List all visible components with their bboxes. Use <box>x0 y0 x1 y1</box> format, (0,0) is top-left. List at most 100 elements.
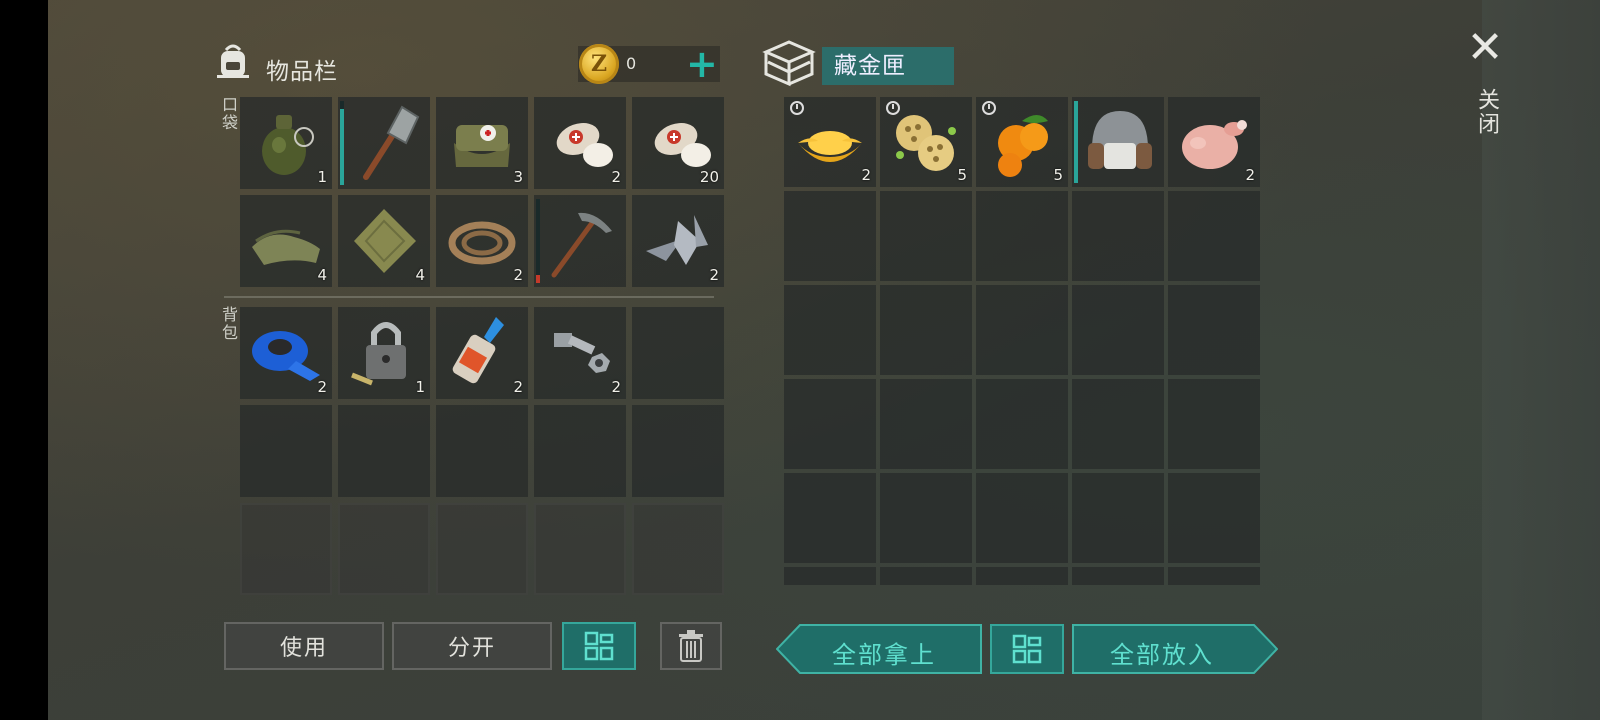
take-all-label: 全部拿上 <box>832 641 936 669</box>
pocket-slot[interactable]: 4 <box>338 195 430 287</box>
backpack-slot[interactable]: 2 <box>240 307 332 399</box>
pocket-slot[interactable]: 2 <box>632 195 724 287</box>
section-divider <box>224 296 714 298</box>
grenade-icon <box>262 115 314 175</box>
pocket-slot[interactable]: 4 <box>240 195 332 287</box>
shovel-icon <box>363 105 420 180</box>
chest-slot[interactable] <box>1072 285 1164 375</box>
pocket-label: 口袋 <box>219 96 238 132</box>
add-coins-button[interactable]: + <box>686 45 718 83</box>
chest-slot[interactable] <box>1168 285 1260 375</box>
chest-slot[interactable]: 5 <box>976 97 1068 187</box>
put-all-button[interactable]: 全部放入 <box>1072 624 1278 674</box>
coin-icon: Z <box>579 44 619 84</box>
grid-icon <box>584 631 614 661</box>
chest-slot[interactable] <box>880 473 972 563</box>
pocket-slot[interactable]: 2 <box>436 195 528 287</box>
chest-slot[interactable] <box>880 379 972 469</box>
trash-button[interactable] <box>660 622 722 670</box>
pocket-slot[interactable]: 1 <box>240 97 332 189</box>
chest-slot[interactable] <box>976 567 1068 585</box>
item-count: 4 <box>415 266 425 284</box>
chest-slot[interactable] <box>880 567 972 585</box>
chest-icon <box>762 38 816 92</box>
backpack-icon <box>214 42 252 84</box>
backpack-slot[interactable] <box>632 307 724 399</box>
backpack-label: 背包 <box>219 306 238 342</box>
item-count: 5 <box>1053 166 1063 184</box>
raw-chicken-icon <box>1182 120 1247 169</box>
pickaxe-icon <box>551 212 612 278</box>
chest-slot[interactable] <box>1072 97 1164 187</box>
take-all-button[interactable]: 全部拿上 <box>776 624 982 674</box>
item-count: 2 <box>611 378 621 396</box>
chest-slot[interactable] <box>880 191 972 281</box>
scrap-metal-icon <box>646 215 708 265</box>
chest-slot[interactable] <box>784 473 876 563</box>
backpack-slot[interactable] <box>534 405 626 497</box>
backpack-slot[interactable]: 2 <box>534 307 626 399</box>
chest-slot[interactable] <box>784 567 876 585</box>
medkit-bag-icon <box>454 125 510 167</box>
locked-slot <box>436 503 528 595</box>
chest-slot[interactable] <box>1168 379 1260 469</box>
locked-slot <box>338 503 430 595</box>
close-label[interactable]: 关闭 <box>1470 88 1502 136</box>
item-count: 3 <box>513 168 523 186</box>
backpack-slot[interactable]: 2 <box>436 307 528 399</box>
item-count: 1 <box>317 168 327 186</box>
backpack-slot[interactable] <box>240 405 332 497</box>
close-icon[interactable]: ✕ <box>1462 26 1508 70</box>
chest-slot[interactable] <box>784 379 876 469</box>
split-button[interactable]: 分开 <box>392 622 552 670</box>
pocket-slot[interactable]: 3 <box>436 97 528 189</box>
trash-icon <box>679 630 703 662</box>
chest-slot[interactable] <box>976 379 1068 469</box>
item-count: 1 <box>415 378 425 396</box>
chest-title: 藏金匣 <box>822 47 954 85</box>
sort-chest-button[interactable] <box>990 624 1064 674</box>
chest-slot[interactable] <box>1168 191 1260 281</box>
coin-count: 0 <box>626 54 637 73</box>
item-count: 20 <box>699 168 719 186</box>
pocket-slot[interactable]: 2 <box>534 97 626 189</box>
chest-slot[interactable] <box>1072 191 1164 281</box>
chest-slot[interactable] <box>1168 567 1260 585</box>
item-count: 2 <box>513 266 523 284</box>
backpack-slot[interactable] <box>632 405 724 497</box>
backpack-slot[interactable] <box>436 405 528 497</box>
bandage-icon <box>556 123 613 167</box>
chest-slot[interactable] <box>784 191 876 281</box>
pocket-slot[interactable] <box>534 195 626 287</box>
chest-slot[interactable] <box>1072 473 1164 563</box>
chest-slot[interactable]: 5 <box>880 97 972 187</box>
locked-slot <box>240 503 332 595</box>
grid-icon <box>1012 634 1042 664</box>
chest-slot[interactable]: 2 <box>1168 97 1260 187</box>
chest-slot[interactable] <box>1072 567 1164 585</box>
chest-slot[interactable] <box>1168 473 1260 563</box>
pocket-slot[interactable] <box>338 97 430 189</box>
item-count: 4 <box>317 266 327 284</box>
gold-ingot-icon <box>798 131 862 162</box>
chest-slot[interactable] <box>784 285 876 375</box>
kumquat-icon <box>998 115 1048 177</box>
item-count: 2 <box>317 378 327 396</box>
backpack-slot[interactable]: 1 <box>338 307 430 399</box>
chest-slot[interactable] <box>976 285 1068 375</box>
chest-slot[interactable] <box>880 285 972 375</box>
bolt-nut-icon <box>554 333 610 373</box>
coin-symbol: Z <box>590 51 608 77</box>
chest-slot[interactable]: 2 <box>784 97 876 187</box>
chest-slot[interactable] <box>976 473 1068 563</box>
sort-inventory-button[interactable] <box>562 622 636 670</box>
pocket-slot[interactable]: 20 <box>632 97 724 189</box>
glue-icon <box>452 317 504 384</box>
item-count: 5 <box>957 166 967 184</box>
backpack-slot[interactable] <box>338 405 430 497</box>
padlock-icon <box>351 322 406 386</box>
chest-slot[interactable] <box>976 191 1068 281</box>
use-button[interactable]: 使用 <box>224 622 384 670</box>
chest-slot[interactable] <box>1072 379 1164 469</box>
item-count: 2 <box>611 168 621 186</box>
